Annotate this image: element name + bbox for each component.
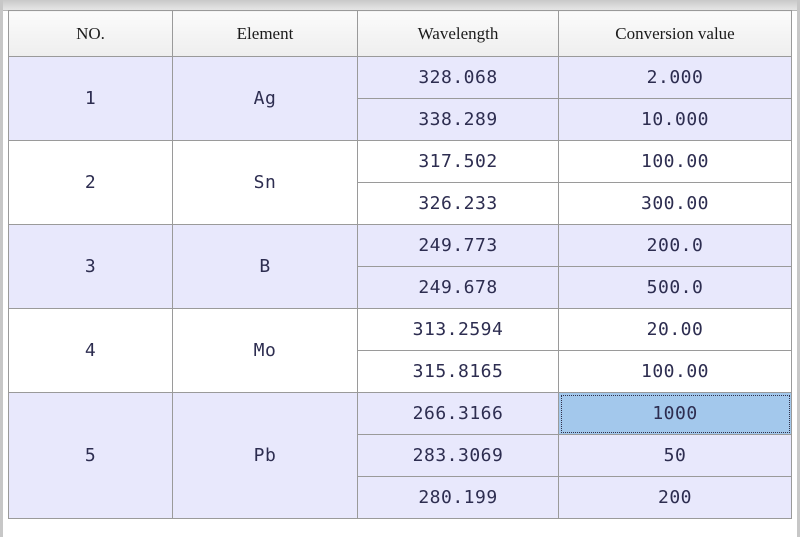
cell-wavelength[interactable]: 315.8165: [357, 350, 559, 393]
conversion-table: NO. Element Wavelength Conversion value …: [8, 10, 792, 519]
table-row: 1 Ag 328.068 2.000: [8, 56, 792, 141]
cell-no[interactable]: 1: [8, 56, 173, 141]
cell-element[interactable]: Pb: [172, 392, 358, 519]
cell-wavelength[interactable]: 328.068: [357, 56, 559, 99]
cell-conversion-value[interactable]: 20.00: [558, 308, 792, 351]
table-row: 3 B 249.773 200.0: [8, 224, 792, 309]
cell-conversion-value[interactable]: 100.00: [558, 350, 792, 393]
table-row: 4 Mo 313.2594 20.00: [8, 308, 792, 393]
cell-element[interactable]: Mo: [172, 308, 358, 393]
cell-conversion-value[interactable]: 300.00: [558, 182, 792, 225]
cell-conversion-value[interactable]: 2.000: [558, 56, 792, 99]
column-header-wavelength[interactable]: Wavelength: [357, 10, 559, 57]
header-row: NO. Element Wavelength Conversion value: [8, 10, 792, 57]
cell-no[interactable]: 3: [8, 224, 173, 309]
cell-wavelength[interactable]: 266.3166: [357, 392, 559, 435]
cell-no[interactable]: 2: [8, 140, 173, 225]
column-header-element[interactable]: Element: [172, 10, 358, 57]
cell-conversion-value[interactable]: 10.000: [558, 98, 792, 141]
cell-conversion-value[interactable]: 50: [558, 434, 792, 477]
cell-conversion-value[interactable]: 500.0: [558, 266, 792, 309]
cell-wavelength[interactable]: 249.678: [357, 266, 559, 309]
cell-conversion-value[interactable]: 200.0: [558, 224, 792, 267]
cell-conversion-value[interactable]: 200: [558, 476, 792, 519]
cell-no[interactable]: 5: [8, 392, 173, 519]
table-row: 5 Pb 266.3166 1000: [8, 392, 792, 519]
window-left-edge: [0, 0, 3, 537]
table-body: 1 Ag 328.068 2.000 338.289 10.000 2 Sn 317.502 10…: [8, 56, 792, 519]
cell-wavelength[interactable]: 338.289: [357, 98, 559, 141]
column-header-no[interactable]: NO.: [8, 10, 173, 57]
table-row: 2 Sn 317.502 100.00: [8, 140, 792, 225]
cell-element[interactable]: B: [172, 224, 358, 309]
cell-conversion-value-selected[interactable]: 1000: [558, 392, 792, 435]
column-header-conversion-value[interactable]: Conversion value: [558, 10, 792, 57]
cell-wavelength[interactable]: 249.773: [357, 224, 559, 267]
cell-element[interactable]: Sn: [172, 140, 358, 225]
table-window: NO. Element Wavelength Conversion value …: [0, 0, 800, 537]
cell-no[interactable]: 4: [8, 308, 173, 393]
cell-wavelength[interactable]: 283.3069: [357, 434, 559, 477]
cell-wavelength[interactable]: 317.502: [357, 140, 559, 183]
cell-wavelength[interactable]: 280.199: [357, 476, 559, 519]
cell-element[interactable]: Ag: [172, 56, 358, 141]
cell-wavelength[interactable]: 326.233: [357, 182, 559, 225]
cell-wavelength[interactable]: 313.2594: [357, 308, 559, 351]
cell-conversion-value[interactable]: 100.00: [558, 140, 792, 183]
